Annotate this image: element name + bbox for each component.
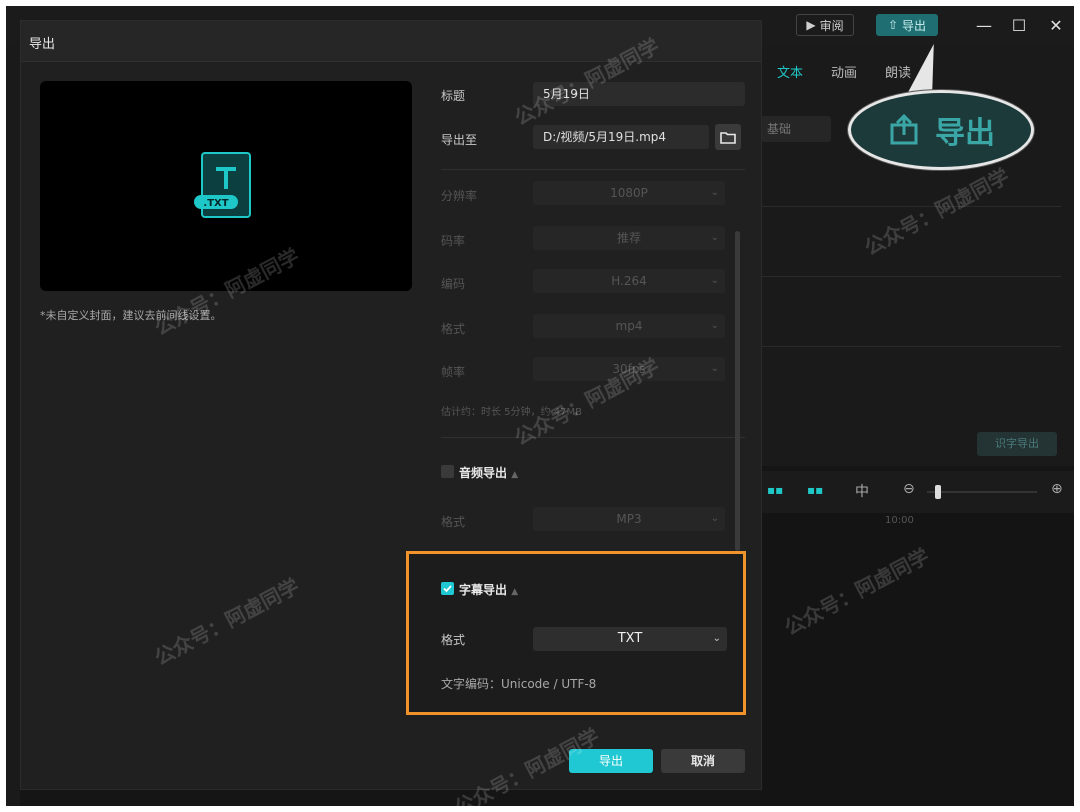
codec-select[interactable]: H.264 ⌄ — [533, 269, 725, 293]
chevron-down-icon: ⌄ — [710, 232, 719, 243]
split-icon[interactable]: 中 — [855, 481, 869, 501]
bitrate-label: 码率 — [441, 234, 466, 248]
dialog-scrollbar[interactable] — [735, 231, 740, 551]
svg-text:.TXT: .TXT — [203, 198, 228, 209]
resolution-label: 分辨率 — [441, 189, 478, 203]
subtitle-export-label: 字幕导出 ▲ — [459, 581, 518, 598]
divider — [761, 206, 1061, 207]
review-button-label: 审阅 — [819, 18, 844, 33]
tab-animation[interactable]: 动画 — [831, 62, 857, 81]
maximize-icon[interactable]: ☐ — [1009, 16, 1029, 36]
timeline-panel: ▪▪ ▪▪ 中 ⊖ ⊕ 10:00 — [761, 471, 1074, 806]
review-icon: ▶ — [806, 18, 816, 32]
bitrate-value: 推荐 — [616, 231, 641, 245]
subtitle-format-select[interactable]: TXT ⌄ — [533, 627, 727, 651]
review-button[interactable]: ▶ 审阅 — [796, 14, 854, 36]
subtitle-export-checkbox[interactable] — [441, 582, 454, 595]
timeline-toolbar: ▪▪ ▪▪ 中 ⊖ ⊕ — [761, 471, 1074, 513]
audio-export-checkbox[interactable] — [441, 465, 454, 478]
chevron-down-icon: ⌄ — [710, 320, 719, 331]
cover-hint: *未自定义封面，建议去前间线设置。 — [40, 309, 222, 322]
subtitle-format-label: 格式 — [441, 633, 466, 647]
audio-format-select[interactable]: MP3 ⌄ — [533, 507, 725, 531]
export-path-input[interactable]: D:/视频/5月19日.mp4 — [533, 125, 709, 149]
caret-up-icon: ▲ — [511, 470, 519, 480]
app-window: ▶ 审阅 ⇧ 导出 — ☐ ✕ 文本 动画 朗读 基础 识字导出 ▪▪ ▪▪ 中… — [6, 6, 1074, 806]
framerate-select[interactable]: 30fps ⌄ — [533, 357, 725, 381]
codec-label: 编码 — [441, 277, 466, 291]
bitrate-select[interactable]: 推荐 ⌄ — [533, 226, 725, 250]
minimize-icon[interactable]: — — [974, 16, 994, 36]
caret-up-icon: ▲ — [511, 587, 519, 597]
zoom-slider-handle[interactable] — [935, 485, 941, 499]
subtitle-encoding: 文字编码：Unicode / UTF-8 — [441, 677, 597, 691]
link-icon[interactable]: ▪▪ — [767, 483, 783, 497]
zoom-in-icon[interactable]: ⊕ — [1051, 481, 1063, 497]
format-label: 格式 — [441, 322, 466, 336]
chevron-down-icon: ⌄ — [710, 187, 719, 198]
txt-file-icon: .TXT — [194, 152, 251, 218]
divider — [761, 346, 1061, 347]
link-split-icon[interactable]: ▪▪ — [807, 483, 823, 497]
title-input[interactable]: 5月19日 — [533, 82, 745, 106]
zoom-out-icon[interactable]: ⊖ — [903, 481, 915, 497]
framerate-value: 30fps — [612, 362, 646, 376]
audio-format-value: MP3 — [616, 512, 642, 526]
export-callout: 导出 — [848, 90, 1034, 170]
recognize-export-button[interactable]: 识字导出 — [977, 432, 1057, 456]
cover-preview[interactable]: .TXT — [40, 81, 412, 291]
codec-value: H.264 — [611, 274, 647, 288]
chevron-down-icon: ⌄ — [710, 513, 719, 524]
close-icon[interactable]: ✕ — [1046, 16, 1066, 36]
cancel-button[interactable]: 取消 — [661, 749, 745, 773]
basic-field[interactable]: 基础 — [761, 116, 831, 142]
export-dialog: 导出 .TXT *未自定义封面，建议去前间线设置。 标题 5月19日 导出至 D… — [20, 20, 762, 790]
tab-text[interactable]: 文本 — [777, 62, 803, 81]
export-to-label: 导出至 — [441, 133, 478, 147]
framerate-label: 帧率 — [441, 365, 466, 379]
folder-icon — [720, 131, 736, 144]
top-export-label: 导出 — [902, 18, 927, 33]
format-value: mp4 — [615, 319, 643, 333]
upload-icon — [890, 113, 918, 145]
audio-export-text: 音频导出 — [459, 466, 508, 480]
dialog-header: 导出 — [21, 21, 761, 62]
chevron-down-icon: ⌄ — [710, 363, 719, 374]
divider — [441, 437, 745, 438]
timeline-ruler-label: 10:00 — [885, 515, 914, 526]
zoom-slider[interactable] — [927, 485, 1037, 499]
resolution-select[interactable]: 1080P ⌄ — [533, 181, 725, 205]
export-button[interactable]: 导出 — [569, 749, 653, 773]
divider — [441, 169, 745, 170]
top-export-button[interactable]: ⇧ 导出 — [876, 14, 938, 36]
resolution-value: 1080P — [610, 186, 648, 200]
title-label: 标题 — [441, 89, 466, 103]
audio-export-label: 音频导出 ▲ — [459, 464, 518, 481]
audio-format-label: 格式 — [441, 515, 466, 529]
subtitle-format-value: TXT — [617, 631, 643, 646]
left-panel-edge — [6, 46, 20, 806]
dialog-title: 导出 — [29, 37, 56, 52]
tab-read-aloud[interactable]: 朗读 — [885, 62, 911, 81]
browse-folder-button[interactable] — [715, 124, 741, 150]
divider — [761, 276, 1061, 277]
chevron-down-icon: ⌄ — [712, 633, 721, 644]
subtitle-export-text: 字幕导出 — [459, 583, 508, 597]
check-icon — [443, 585, 452, 593]
chevron-down-icon: ⌄ — [710, 275, 719, 286]
upload-icon: ⇧ — [887, 18, 899, 32]
format-select[interactable]: mp4 ⌄ — [533, 314, 725, 338]
video-estimate: 估计约：时长 5分钟，约 47MB — [441, 407, 582, 418]
callout-label: 导出 — [935, 116, 995, 151]
